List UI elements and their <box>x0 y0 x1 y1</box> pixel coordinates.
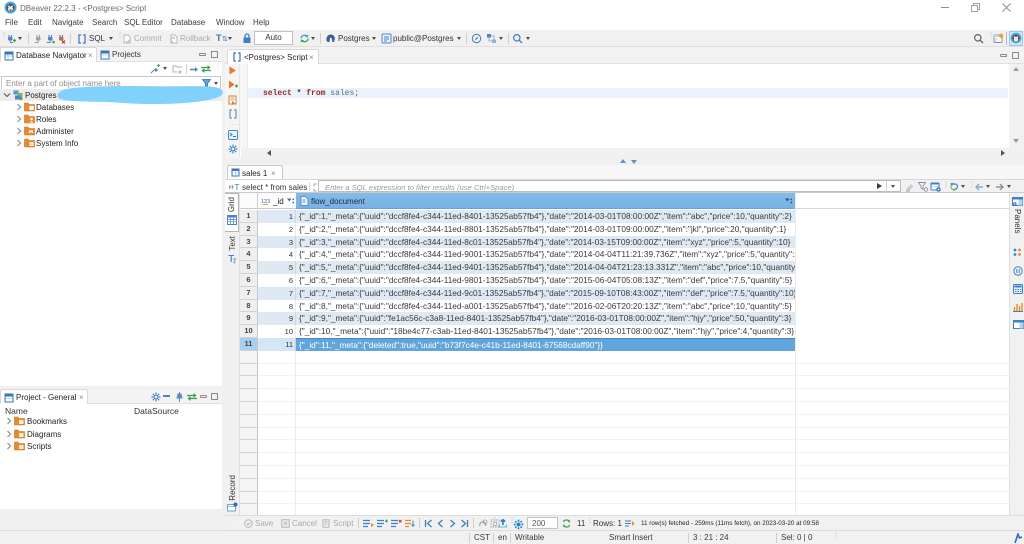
svg-text:T: T <box>235 183 240 191</box>
